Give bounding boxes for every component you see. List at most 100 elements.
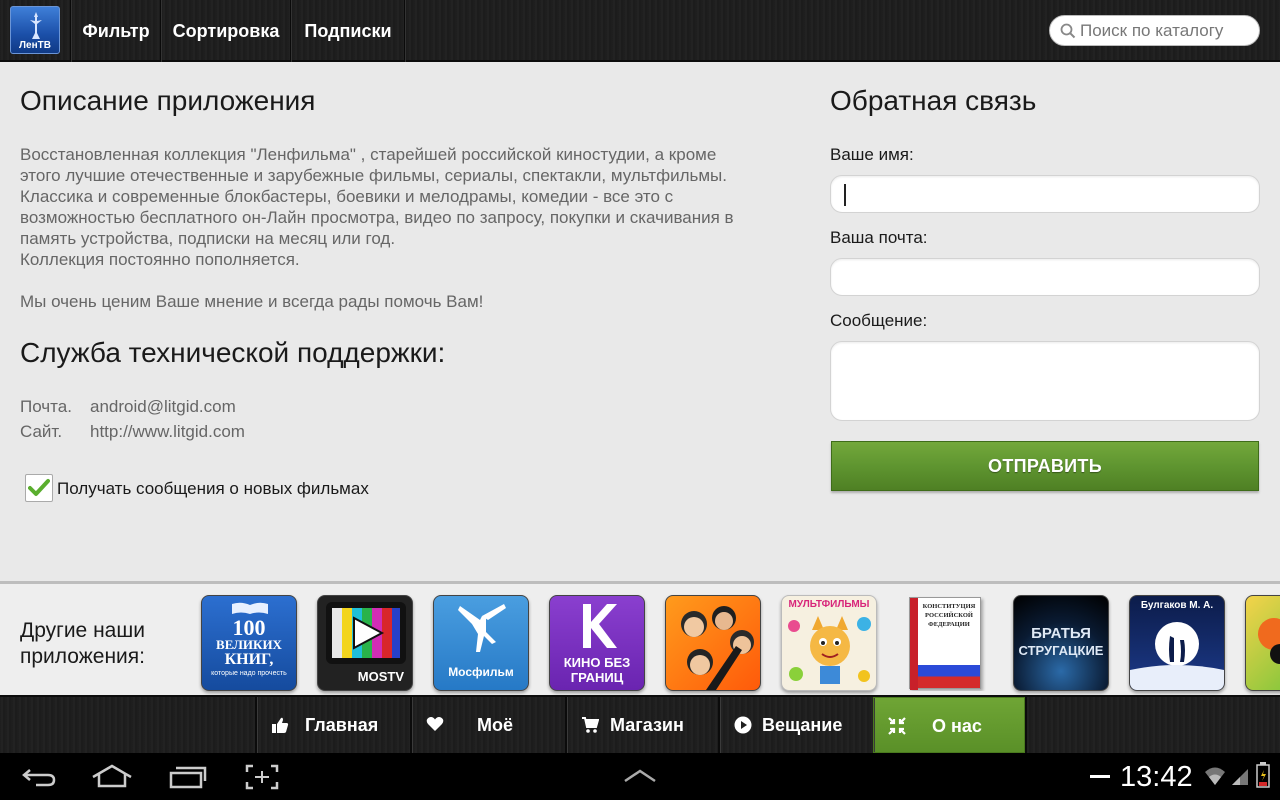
app-logo[interactable]: ЛенТВ xyxy=(10,6,60,54)
search-input[interactable] xyxy=(1080,20,1252,42)
wifi-icon xyxy=(1205,767,1225,785)
search-icon xyxy=(1060,23,1076,39)
name-label: Ваше имя: xyxy=(830,145,914,164)
app-caption: Мосфильм xyxy=(448,665,514,679)
app-caption: СТРУГАЦКИЕ xyxy=(1018,643,1104,658)
top-bar: ЛенТВ Фильтр Сортировка Подписки xyxy=(0,0,1280,62)
app-caption: Булгаков М. А. xyxy=(1140,600,1214,611)
email-label: Почта. xyxy=(20,397,72,416)
description-line: Классика и современные блокбастеры, боев… xyxy=(20,187,674,206)
recent-apps-icon[interactable] xyxy=(169,765,207,789)
battery-icon xyxy=(1256,762,1270,788)
moon-couple-icon xyxy=(1130,622,1224,690)
cart-icon xyxy=(582,717,599,733)
app-icon-strugatsky[interactable]: БРАТЬЯ СТРУГАЦКИЕ xyxy=(1013,595,1109,691)
other-apps-label: Другие наши приложения: xyxy=(20,619,145,668)
app-caption: РОССИЙСКОЙ xyxy=(925,612,973,619)
message-field[interactable] xyxy=(830,341,1260,421)
app-icon-cartoons[interactable]: МУЛЬТФИЛЬМЫ xyxy=(781,595,877,691)
app-caption: 100 xyxy=(232,615,266,640)
home-icon[interactable] xyxy=(91,764,133,788)
app-logo-text: ЛенТВ xyxy=(19,40,51,51)
divider xyxy=(404,0,406,62)
app-icon-100-books[interactable]: 100 ВЕЛИКИХ КНИГ, которые надо прочесть xyxy=(201,595,297,691)
app-caption: ВЕЛИКИХ xyxy=(216,637,282,652)
nav-about-label: О нас xyxy=(932,716,982,736)
app-caption: которые надо прочесть xyxy=(211,670,287,677)
app-icon-mostv[interactable]: MOSTV xyxy=(317,595,413,691)
thumbs-up-icon xyxy=(272,717,289,733)
about-description: Восстановленная коллекция "Ленфильма" , … xyxy=(20,144,810,312)
site-label: Сайт. xyxy=(20,422,63,441)
app-caption: MOSTV xyxy=(357,669,404,684)
app-caption: БРАТЬЯ xyxy=(1031,625,1091,642)
app-icon-constitution[interactable]: КОНСТИТУЦИЯ РОССИЙСКОЙ ФЕДЕРАЦИИ xyxy=(897,595,993,691)
app-icon-kino-bez-granits[interactable]: КИНО БЕЗ ГРАНИЦ xyxy=(549,595,645,691)
text-cursor xyxy=(844,184,846,206)
app-caption: ФЕДЕРАЦИИ xyxy=(928,621,970,628)
nav-broadcast-label: Вещание xyxy=(762,715,843,735)
about-title: Описание приложения xyxy=(20,85,316,116)
app-caption: ГРАНИЦ xyxy=(570,670,624,685)
play-icon xyxy=(734,716,752,734)
nav-store-label: Магазин xyxy=(610,715,684,735)
description-line: этого лучшие отечественные и зарубежные … xyxy=(20,166,727,185)
open-book-icon xyxy=(232,602,268,614)
book-spine xyxy=(910,598,918,690)
description-line: Коллекция постоянно пополняется. xyxy=(20,250,300,269)
app-icon-comedy[interactable] xyxy=(665,595,761,691)
message-textarea[interactable] xyxy=(831,342,1259,420)
message-label: Сообщение: xyxy=(830,311,928,330)
bottom-nav: Главная Моё Магазин Вещание О нас xyxy=(0,695,1280,753)
worker-statue-icon xyxy=(458,604,506,652)
app-caption: КОНСТИТУЦИЯ xyxy=(922,603,976,610)
tv-bars-icon xyxy=(326,602,406,664)
support-site-row: Сайт. http://www.litgid.com xyxy=(20,422,245,442)
email-input[interactable] xyxy=(831,259,1259,295)
nav-broadcast[interactable]: Вещание xyxy=(718,697,873,753)
subscribe-checkbox[interactable] xyxy=(25,474,53,502)
screenshot-icon[interactable] xyxy=(245,764,279,790)
tab-filter[interactable]: Фильтр xyxy=(72,0,160,62)
subscribe-label[interactable]: Получать сообщения о новых фильмах xyxy=(57,479,369,499)
checkmark-icon xyxy=(28,479,50,496)
partial-logo-icon xyxy=(1258,618,1280,664)
tab-sorting[interactable]: Сортировка xyxy=(162,0,290,62)
other-apps-strip: Другие наши приложения: 100 ВЕЛИКИХ КНИГ… xyxy=(0,581,1280,695)
nav-my[interactable]: Моё xyxy=(410,697,565,753)
faces-icon xyxy=(681,606,754,690)
name-input[interactable] xyxy=(831,176,1259,212)
divider xyxy=(1025,697,1027,753)
email-field[interactable] xyxy=(830,258,1260,296)
clock: 13:42 xyxy=(1120,761,1193,793)
logo-figure-icon xyxy=(30,12,42,39)
app-caption: КНИГ, xyxy=(224,651,274,668)
app-icon-mosfilm[interactable]: Мосфильм xyxy=(433,595,529,691)
search-box[interactable] xyxy=(1049,15,1260,46)
name-field[interactable] xyxy=(830,175,1260,213)
nav-home[interactable]: Главная xyxy=(255,697,410,753)
tab-subscriptions[interactable]: Подписки xyxy=(292,0,404,62)
app-icon-partial[interactable] xyxy=(1245,595,1280,691)
email-label: Ваша почта: xyxy=(830,228,928,247)
chevron-up-icon[interactable] xyxy=(623,769,657,783)
description-line: память устройства, подписки на месяц или… xyxy=(20,229,396,248)
nav-about[interactable]: О нас xyxy=(873,697,1025,753)
nav-store[interactable]: Магазин xyxy=(565,697,718,753)
system-bar: 13:42 xyxy=(0,753,1280,800)
shrink-arrows-icon xyxy=(888,717,906,735)
nav-my-label: Моё xyxy=(477,715,513,735)
book-cover: КОНСТИТУЦИЯ РОССИЙСКОЙ ФЕДЕРАЦИИ xyxy=(909,597,981,690)
app-icon-bulgakov[interactable]: Булгаков М. А. xyxy=(1129,595,1225,691)
heart-icon xyxy=(426,717,444,731)
email-value[interactable]: android@litgid.com xyxy=(90,397,236,416)
film-k-icon xyxy=(583,604,617,648)
description-line: Восстановленная коллекция "Ленфильма" , … xyxy=(20,145,717,164)
send-button[interactable]: ОТПРАВИТЬ xyxy=(831,441,1259,491)
feedback-title: Обратная связь xyxy=(830,85,1037,116)
back-icon[interactable] xyxy=(22,766,56,788)
site-value[interactable]: http://www.litgid.com xyxy=(90,422,245,441)
app-caption: МУЛЬТФИЛЬМЫ xyxy=(788,599,870,610)
signal-icon xyxy=(1232,769,1248,785)
support-title: Служба технической поддержки: xyxy=(20,337,446,368)
